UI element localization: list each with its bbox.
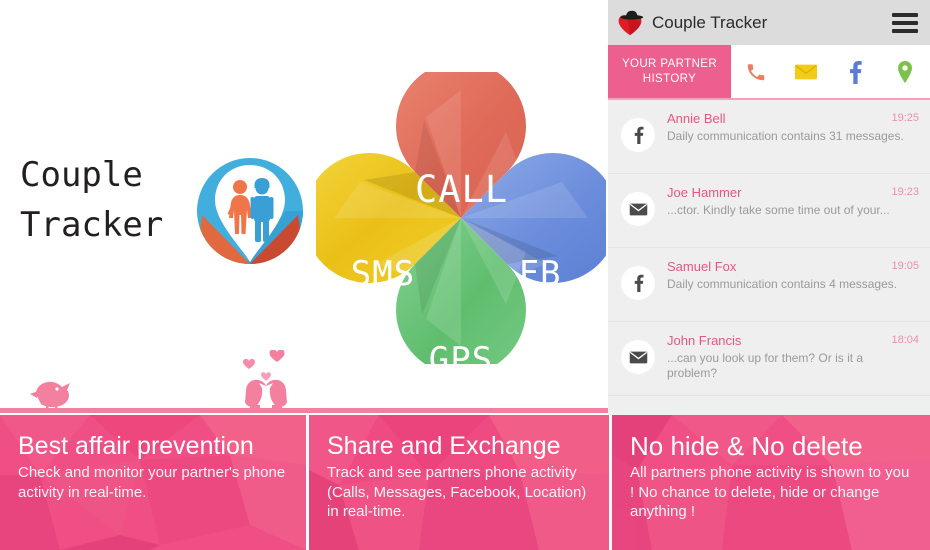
phone-screenshot-panel: Couple Tracker YOUR PARTNER HISTORY Anni…: [608, 0, 930, 415]
promo-area: Couple Tracker CALL SMS FB GPS: [0, 0, 618, 415]
brand-wordmark-line1: Couple: [20, 155, 143, 195]
phone-icon: [747, 63, 765, 80]
envelope-icon: [629, 351, 647, 363]
tab-history-label-line2: HISTORY: [642, 72, 697, 85]
tab-calls[interactable]: [731, 45, 781, 98]
banner-title: Best affair prevention: [18, 432, 254, 460]
banner-title: Share and Exchange: [327, 432, 561, 460]
feature-petal-diagram: CALL SMS FB GPS: [304, 61, 618, 380]
list-item[interactable]: Samuel Fox Daily communication contains …: [608, 248, 930, 322]
banner-title: No hide & No delete: [630, 431, 863, 461]
list-item[interactable]: John Francis ...can you look up for them…: [608, 322, 930, 396]
avatar: [621, 266, 655, 300]
facebook-icon: [634, 274, 644, 292]
tab-bar: YOUR PARTNER HISTORY: [608, 45, 930, 100]
tab-facebook[interactable]: [831, 45, 881, 98]
list-item-body: Samuel Fox Daily communication contains …: [667, 258, 920, 311]
list-item-snippet: Daily communication contains 31 messages…: [667, 129, 904, 143]
feature-banners: Best affair prevention Check and monitor…: [0, 415, 930, 550]
banner-text: Share and Exchange Track and see partner…: [327, 431, 595, 522]
brand-wordmark: Couple Tracker: [20, 150, 185, 250]
brand-wordmark-line2: Tracker: [20, 205, 164, 245]
facebook-icon: [634, 126, 644, 144]
list-item[interactable]: Annie Bell Daily communication contains …: [608, 100, 930, 174]
hearts-icon: [243, 350, 285, 381]
list-item-name: Joe Hammer: [667, 185, 742, 200]
decoration-birds-hearts: [0, 350, 608, 413]
list-item-time: 19:25: [891, 112, 919, 124]
list-item-name: Samuel Fox: [667, 259, 737, 274]
petal-diagram-svg: [304, 61, 618, 375]
list-item-body: John Francis ...can you look up for them…: [667, 332, 920, 385]
list-item-snippet: Daily communication contains 4 messages.: [667, 277, 898, 291]
app-title: Couple Tracker: [652, 12, 768, 32]
avatar: [621, 118, 655, 152]
list-item-name: John Francis: [667, 333, 742, 348]
list-item[interactable]: Joe Hammer ...ctor. Kindly take some tim…: [608, 174, 930, 248]
tab-location[interactable]: [880, 45, 930, 98]
banner-best-affair-prevention: Best affair prevention Check and monitor…: [0, 415, 306, 550]
avatar: [621, 340, 655, 374]
banner-share-and-exchange: Share and Exchange Track and see partner…: [306, 415, 609, 550]
partner-history-list[interactable]: Annie Bell Daily communication contains …: [608, 100, 930, 415]
list-item-time: 19:23: [891, 186, 919, 198]
tab-messages[interactable]: [781, 45, 831, 98]
list-item-snippet: ...can you look up for them? Or is it a …: [667, 351, 864, 380]
list-item-body: Annie Bell Daily communication contains …: [667, 110, 920, 163]
avatar: [621, 192, 655, 226]
app-screenshot: Couple Tracker CALL SMS FB GPS Couple Tr…: [0, 0, 930, 550]
brand-logo: Couple Tracker: [14, 150, 304, 270]
banner-no-hide-no-delete: No hide & No delete All partners phone a…: [609, 415, 930, 550]
list-item-name: Annie Bell: [667, 111, 726, 126]
list-item-time: 19:05: [891, 260, 919, 272]
list-item-body: Joe Hammer ...ctor. Kindly take some tim…: [667, 184, 920, 237]
list-item-snippet: ...ctor. Kindly take some time out of yo…: [667, 203, 890, 217]
map-pin-icon: [898, 60, 913, 83]
decoration-ground-line: [0, 408, 608, 413]
love-birds-icon: [245, 379, 287, 410]
facebook-icon: [850, 60, 863, 84]
envelope-icon: [794, 64, 817, 79]
couple-map-pin-logo-icon: [197, 158, 303, 264]
banner-text: Best affair prevention Check and monitor…: [18, 431, 292, 502]
banner-text: No hide & No delete All partners phone a…: [630, 431, 916, 522]
envelope-icon: [629, 203, 647, 215]
banner-subtitle: Check and monitor your partner's phone a…: [18, 464, 286, 501]
banner-subtitle: Track and see partners phone activity (C…: [327, 464, 587, 520]
list-item-time: 18:04: [891, 334, 919, 346]
app-titlebar: Couple Tracker: [608, 0, 930, 45]
tab-your-partner-history[interactable]: YOUR PARTNER HISTORY: [608, 45, 731, 98]
tab-history-label-line1: YOUR PARTNER: [621, 57, 718, 70]
banner-subtitle: All partners phone activity is shown to …: [630, 464, 910, 520]
detective-heart-icon: [618, 10, 644, 35]
bird-icon: [30, 381, 70, 409]
hamburger-menu-icon[interactable]: [892, 12, 918, 33]
